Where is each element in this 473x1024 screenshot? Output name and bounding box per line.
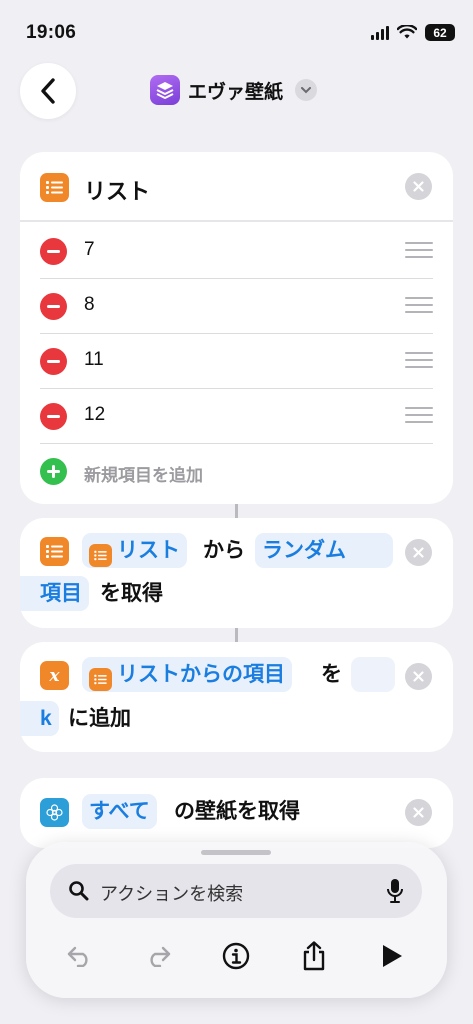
share-button[interactable]: [294, 936, 334, 976]
shortcut-title-menu[interactable]: エヴァ壁紙: [150, 75, 318, 105]
list-icon: [89, 544, 112, 567]
remove-action-button[interactable]: [405, 799, 432, 826]
close-icon: [413, 547, 424, 558]
items-variable-token[interactable]: リストからの項目: [82, 657, 292, 692]
delete-item-icon[interactable]: [40, 403, 67, 430]
list-item-value[interactable]: 11: [84, 349, 104, 371]
info-button[interactable]: [216, 936, 256, 976]
get-wallpaper-action-card: すべて の壁紙を取得: [20, 778, 453, 848]
close-icon: [413, 181, 424, 192]
action-text: を取得: [100, 582, 163, 605]
token-label: リストからの項目: [117, 663, 285, 686]
random-parameter-token[interactable]: ランダム: [255, 533, 393, 568]
action-text: から: [203, 539, 245, 562]
remove-action-button[interactable]: [405, 173, 432, 200]
delete-item-icon[interactable]: [40, 348, 67, 375]
back-button[interactable]: [20, 63, 76, 119]
add-item-row[interactable]: 新規項目を追加: [40, 444, 433, 499]
list-icon: [40, 537, 69, 566]
sheet-grabber[interactable]: [201, 850, 271, 855]
list-icon: [89, 668, 112, 691]
drag-handle-icon[interactable]: [405, 352, 433, 373]
variable-name-field[interactable]: [351, 657, 395, 692]
action-text: を: [321, 663, 342, 686]
list-icon: [40, 173, 69, 202]
list-item-value[interactable]: 12: [84, 404, 105, 426]
action-search-bar[interactable]: アクションを検索: [50, 864, 422, 918]
action-text: に追加: [68, 707, 131, 730]
close-icon: [413, 807, 424, 818]
drag-handle-icon[interactable]: [405, 407, 433, 428]
token-label: リスト: [117, 539, 180, 562]
drag-handle-icon[interactable]: [405, 297, 433, 318]
drag-handle-icon[interactable]: [405, 242, 433, 263]
microphone-icon[interactable]: [386, 878, 404, 904]
add-item-label[interactable]: 新規項目を追加: [84, 461, 203, 486]
chevron-down-icon: [295, 79, 318, 101]
redo-icon: [150, 946, 171, 967]
info-icon: [222, 942, 250, 970]
status-bar: 19:06 62: [0, 0, 473, 64]
all-parameter-token[interactable]: すべて: [82, 794, 157, 829]
delete-item-icon[interactable]: [40, 238, 67, 265]
close-icon: [413, 671, 424, 682]
search-input[interactable]: アクションを検索: [100, 880, 243, 906]
shortcuts-app-icon: [150, 75, 180, 105]
search-icon: [69, 881, 89, 901]
undo-icon: [67, 946, 88, 967]
shortcut-title: エヴァ壁紙: [188, 81, 284, 103]
cellular-signal-icon: [371, 25, 389, 40]
list-item-value[interactable]: 8: [84, 294, 95, 316]
list-variable-token[interactable]: リスト: [82, 533, 187, 568]
list-item[interactable]: 12: [40, 389, 433, 444]
item-parameter-token[interactable]: 項目: [20, 576, 89, 611]
list-item[interactable]: 11: [40, 334, 433, 389]
wallpaper-flower-icon: [40, 798, 69, 827]
list-action-card: リスト 7 8 11 12 新規項目を追加: [20, 152, 453, 504]
status-time: 19:06: [26, 22, 77, 43]
card-divider: [20, 220, 453, 222]
share-icon: [303, 941, 325, 971]
action-text: の壁紙を取得: [174, 800, 300, 823]
action-search-sheet: アクションを検索: [26, 842, 447, 998]
action-connector: [235, 504, 238, 518]
play-icon: [383, 945, 402, 967]
action-connector: [235, 628, 238, 642]
delete-item-icon[interactable]: [40, 293, 67, 320]
add-item-icon[interactable]: [40, 458, 67, 485]
variable-x-icon: x: [40, 661, 69, 690]
list-item[interactable]: 7: [40, 224, 433, 279]
undo-button[interactable]: [60, 936, 100, 976]
list-action-title: リスト: [84, 179, 151, 204]
wifi-icon: [397, 25, 417, 39]
chevron-left-icon: [41, 78, 55, 104]
battery-indicator: 62: [425, 24, 455, 41]
add-to-variable-action-card: x リストからの項目 を k に追加: [20, 642, 453, 752]
remove-action-button[interactable]: [405, 539, 432, 566]
run-button[interactable]: [372, 936, 412, 976]
status-icons: 62: [371, 24, 455, 41]
redo-button[interactable]: [138, 936, 178, 976]
list-item[interactable]: 8: [40, 279, 433, 334]
variable-name-token[interactable]: k: [20, 701, 59, 736]
remove-action-button[interactable]: [405, 663, 432, 690]
list-item-value[interactable]: 7: [84, 239, 95, 261]
get-item-action-card: リスト から ランダム 項目 を取得: [20, 518, 453, 628]
